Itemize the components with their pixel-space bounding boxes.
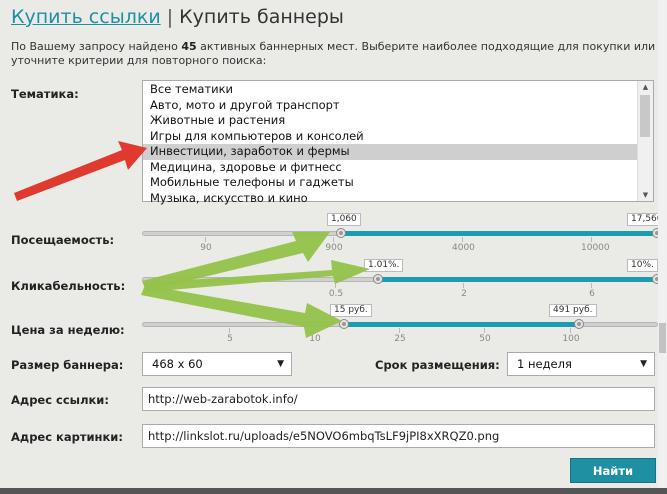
red-arrow-icon	[14, 141, 147, 201]
annotation-arrows	[14, 141, 370, 338]
green-arrow-to-price-icon	[141, 285, 342, 338]
